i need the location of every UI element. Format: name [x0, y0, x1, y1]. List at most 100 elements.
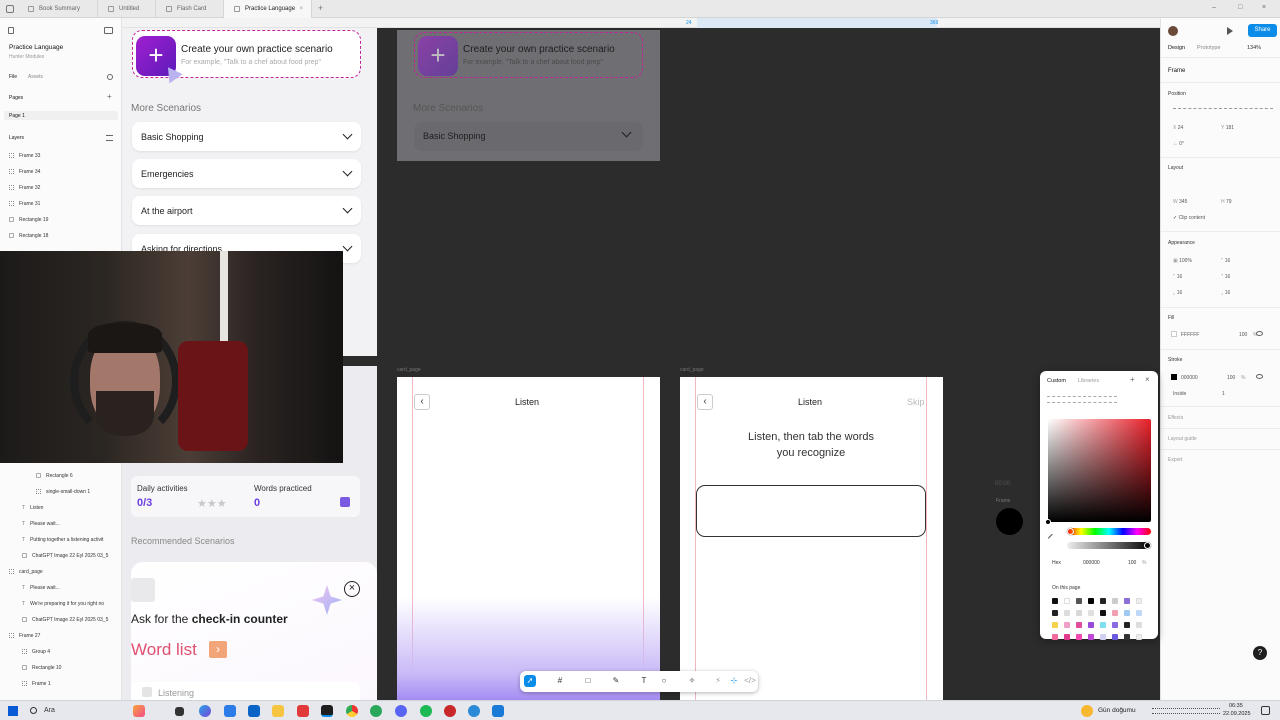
- help-icon[interactable]: ?: [1253, 646, 1267, 660]
- app-icon-blue[interactable]: [492, 705, 504, 717]
- saturation-handle[interactable]: [1045, 519, 1051, 525]
- tab-untitled[interactable]: Untitled: [98, 0, 156, 18]
- rotation-field[interactable]: ∟ 0°: [1173, 141, 1184, 147]
- black-circle[interactable]: [996, 508, 1023, 535]
- taskbar-search[interactable]: Ara: [44, 707, 55, 714]
- close-icon[interactable]: ×: [299, 6, 303, 12]
- color-swatch[interactable]: [1136, 622, 1142, 628]
- color-swatch[interactable]: [1112, 610, 1118, 616]
- tab-prototype[interactable]: Prototype: [1197, 45, 1221, 51]
- fill-opacity[interactable]: 100: [1239, 332, 1247, 338]
- hue-slider[interactable]: [1067, 528, 1151, 535]
- radius-tr-field[interactable]: ⌝ 16: [1221, 274, 1230, 280]
- actions-tool-icon[interactable]: ✧: [686, 675, 698, 687]
- color-swatch[interactable]: [1064, 598, 1070, 604]
- layer-please-wait-2[interactable]: T Please wait...: [22, 585, 60, 591]
- color-swatch[interactable]: [1076, 598, 1082, 604]
- h-field[interactable]: H 79: [1221, 199, 1232, 205]
- color-swatch[interactable]: [1100, 634, 1106, 640]
- shape-tool-icon[interactable]: □: [582, 675, 594, 687]
- layer-frame-32[interactable]: Frame 32: [9, 185, 40, 191]
- frame-type-label[interactable]: Frame: [1168, 68, 1185, 74]
- layer-putting-together[interactable]: T Putting together a listening activit: [22, 537, 103, 543]
- search-icon[interactable]: [30, 707, 37, 714]
- code-mode-icon[interactable]: </>: [744, 675, 756, 687]
- layer-listen[interactable]: T Listen: [22, 505, 43, 511]
- radius-bl-field[interactable]: ⌞ 16: [1173, 290, 1182, 296]
- text-tool-icon[interactable]: T: [638, 675, 650, 687]
- tab-book-summary[interactable]: Book Summary: [18, 0, 98, 18]
- app-icon-red[interactable]: [297, 705, 309, 717]
- add-style-icon[interactable]: +: [1130, 375, 1135, 384]
- word-list-arrow-icon[interactable]: ›: [209, 641, 227, 658]
- radius-field[interactable]: ⌜ 16: [1221, 258, 1230, 264]
- stroke-swatch[interactable]: [1171, 374, 1177, 380]
- radius-tl-field[interactable]: ⌜ 16: [1173, 274, 1182, 280]
- clip-content-checkbox[interactable]: ✓ Clip content: [1173, 215, 1205, 221]
- design-mode-icon[interactable]: ⊹: [728, 675, 740, 687]
- color-swatch[interactable]: [1124, 622, 1130, 628]
- layers-options-icon[interactable]: [106, 135, 113, 141]
- notification-icon[interactable]: [1261, 706, 1270, 715]
- color-swatch[interactable]: [1052, 598, 1058, 604]
- task-view-icon[interactable]: [175, 707, 184, 716]
- share-button[interactable]: Share: [1248, 24, 1277, 37]
- tab-design[interactable]: Design: [1168, 45, 1185, 51]
- layer-single-small-down[interactable]: single-small-down 1: [36, 489, 90, 495]
- stroke-position-select[interactable]: Inside: [1173, 391, 1186, 397]
- hex-input[interactable]: 000000: [1083, 560, 1100, 566]
- opacity-slider[interactable]: [1067, 542, 1151, 549]
- color-swatch[interactable]: [1076, 610, 1082, 616]
- layer-frame-1[interactable]: Frame 1: [22, 681, 51, 687]
- system-tray-icons[interactable]: [1152, 708, 1220, 714]
- dev-tool-icon[interactable]: ⚡: [712, 675, 724, 687]
- color-swatch[interactable]: [1112, 622, 1118, 628]
- listen-artboard-2[interactable]: [680, 377, 943, 700]
- widgets-icon[interactable]: [133, 705, 145, 717]
- clock-time[interactable]: 06:35: [1229, 703, 1243, 709]
- tab-flash-card[interactable]: Flash Card: [156, 0, 224, 18]
- app-icon-teal[interactable]: [468, 705, 480, 717]
- app-icon-green[interactable]: [370, 705, 382, 717]
- color-swatch[interactable]: [1100, 622, 1106, 628]
- back-button-2[interactable]: ‹: [697, 394, 713, 410]
- layer-rectangle-6[interactable]: Rectangle 6: [36, 473, 73, 479]
- copilot-icon[interactable]: [199, 705, 211, 717]
- weather-label[interactable]: Gün doğumu: [1098, 707, 1136, 714]
- recommended-card[interactable]: [131, 562, 377, 700]
- layer-please-wait[interactable]: T Please wait...: [22, 521, 60, 527]
- avatar[interactable]: [1168, 26, 1178, 36]
- tab-practice-language[interactable]: Practice Language ×: [224, 0, 312, 18]
- color-swatch[interactable]: [1124, 610, 1130, 616]
- fill-hex[interactable]: FFFFFF: [1181, 332, 1199, 338]
- color-swatch[interactable]: [1136, 598, 1142, 604]
- spotify-icon[interactable]: [420, 705, 432, 717]
- stroke-hex[interactable]: 000000: [1181, 375, 1198, 381]
- layer-card-page[interactable]: card_page: [9, 569, 43, 575]
- stroke-opacity[interactable]: 100: [1227, 375, 1235, 381]
- eye-icon[interactable]: [1256, 374, 1263, 379]
- listen-artboard-1[interactable]: [397, 377, 660, 700]
- paint-type-icons[interactable]: [1047, 396, 1117, 403]
- back-button-1[interactable]: ‹: [414, 394, 430, 410]
- pen-tool-icon[interactable]: ✎: [610, 675, 622, 687]
- y-field[interactable]: Y 181: [1221, 125, 1234, 131]
- color-swatch[interactable]: [1100, 598, 1106, 604]
- opacity-handle[interactable]: [1144, 542, 1151, 549]
- color-swatch[interactable]: [1076, 634, 1082, 640]
- store-icon[interactable]: [224, 705, 236, 717]
- color-swatch[interactable]: [1088, 610, 1094, 616]
- color-swatch[interactable]: [1064, 622, 1070, 628]
- radius-br-field[interactable]: ⌟ 16: [1221, 290, 1230, 296]
- saturation-area[interactable]: [1048, 419, 1151, 522]
- color-swatch[interactable]: [1052, 634, 1058, 640]
- color-swatch[interactable]: [1088, 634, 1094, 640]
- start-icon[interactable]: [8, 706, 18, 716]
- fill-swatch[interactable]: [1171, 331, 1177, 337]
- skip-button[interactable]: Skip: [907, 397, 925, 407]
- explorer-icon[interactable]: [272, 705, 284, 717]
- play-icon[interactable]: [1227, 27, 1233, 35]
- color-swatch[interactable]: [1088, 598, 1094, 604]
- layer-frame-34[interactable]: Frame 34: [9, 169, 40, 175]
- color-swatch[interactable]: [1112, 598, 1118, 604]
